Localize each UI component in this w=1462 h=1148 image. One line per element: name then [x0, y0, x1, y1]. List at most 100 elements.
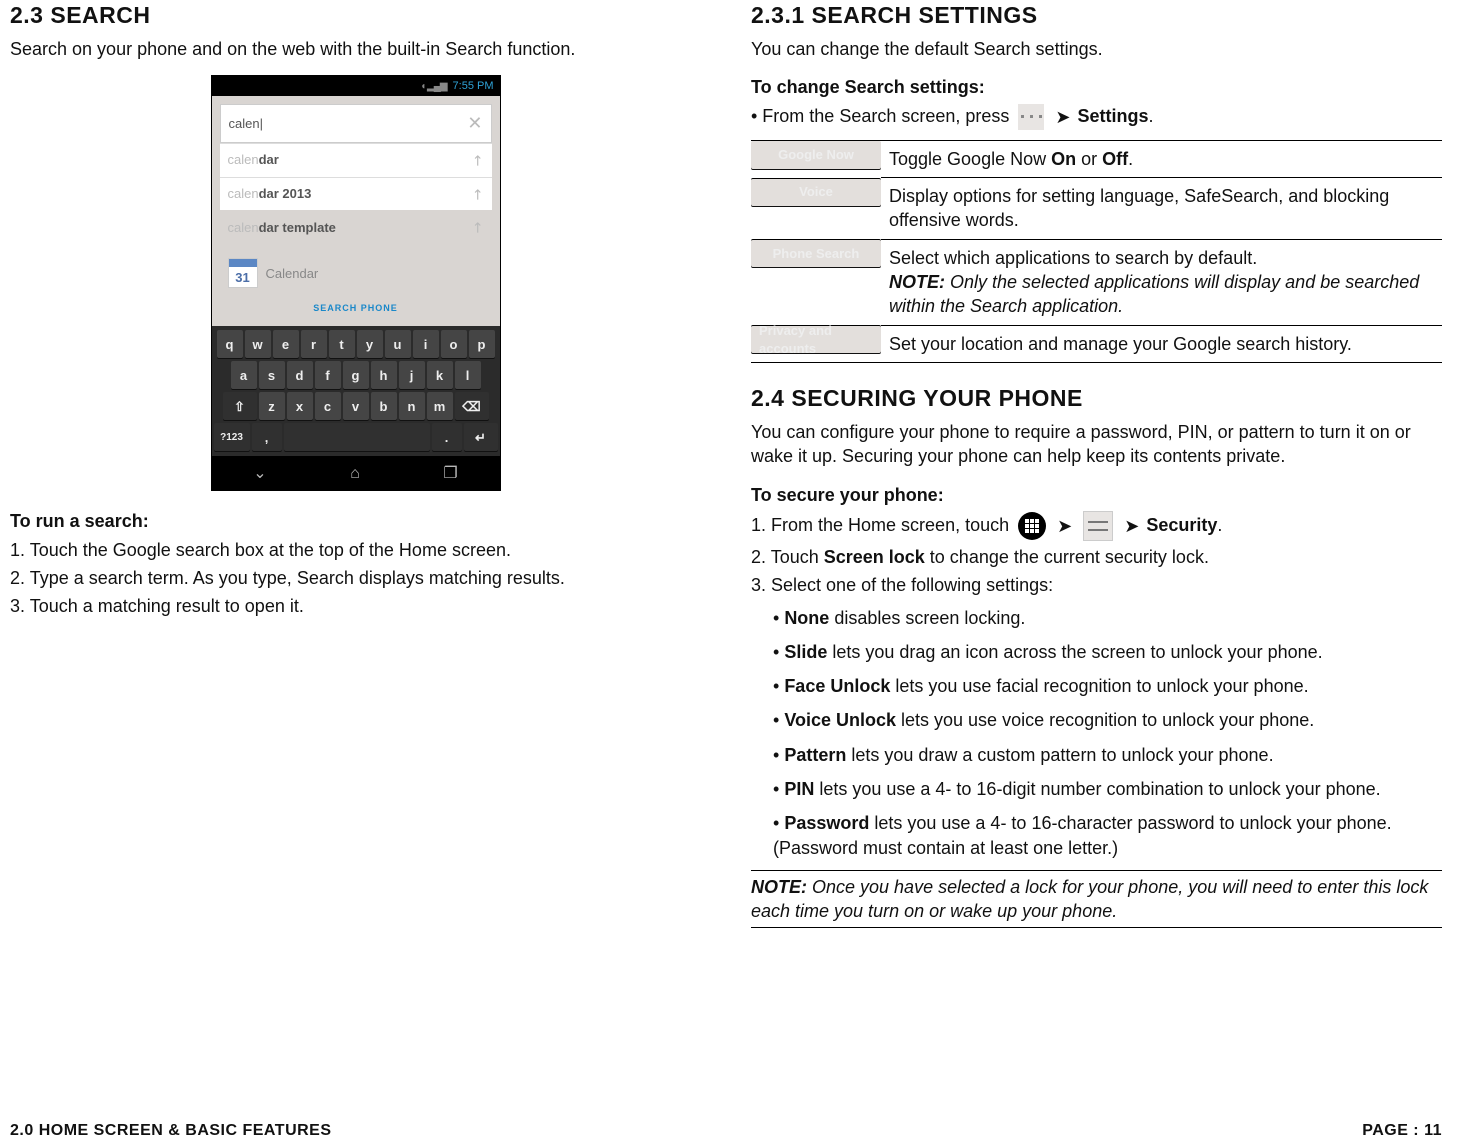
key-shift[interactable]: ⇧: [223, 392, 257, 420]
arrow-icon: ➤: [1057, 514, 1072, 538]
heading-2-3-1: 2.3.1 SEARCH SETTINGS: [751, 0, 1442, 31]
key-j[interactable]: j: [399, 361, 425, 389]
key-a[interactable]: a: [231, 361, 257, 389]
step: 1. From the Home screen, touch ➤ ➤ Secur…: [751, 511, 1442, 541]
step: 3. Select one of the following settings:: [751, 573, 1442, 597]
insert-icon[interactable]: ↖: [467, 149, 489, 171]
search-area: calen| ✕ calendar ↖ calendar 2013 ↖ cale…: [212, 96, 500, 326]
heading-2-3: 2.3 SEARCH: [10, 0, 701, 31]
setting-name: Phone Search: [751, 239, 881, 267]
list-item: • Slide lets you drag an icon across the…: [773, 640, 1442, 664]
nav-recent-icon[interactable]: ❐: [443, 463, 457, 485]
key-n[interactable]: n: [399, 392, 425, 420]
setting-desc: Select which applications to search by d…: [881, 239, 1442, 325]
secure-heading: To secure your phone:: [751, 483, 1442, 507]
list-item: • Face Unlock lets you use facial recogn…: [773, 674, 1442, 698]
list-item: • Pattern lets you draw a custom pattern…: [773, 743, 1442, 767]
list-item: • Voice Unlock lets you use voice recogn…: [773, 708, 1442, 732]
key-c[interactable]: c: [315, 392, 341, 420]
footer-section: 2.0 HOME SCREEN & BASIC FEATURES: [10, 1120, 332, 1142]
setting-desc: Display options for setting language, Sa…: [881, 178, 1442, 240]
arrow-icon: ➤: [1055, 105, 1070, 129]
step: 2. Touch Screen lock to change the curre…: [751, 545, 1442, 569]
key-f[interactable]: f: [315, 361, 341, 389]
setting-name: Google Now: [751, 141, 881, 169]
key-r[interactable]: r: [301, 330, 327, 358]
key-b[interactable]: b: [371, 392, 397, 420]
key-comma[interactable]: ,: [252, 423, 282, 451]
key-period[interactable]: .: [432, 423, 462, 451]
heading-2-4: 2.4 SECURING YOUR PHONE: [751, 383, 1442, 414]
suggestion-row[interactable]: calendar 2013 ↖: [220, 177, 492, 211]
key-o[interactable]: o: [441, 330, 467, 358]
key-l[interactable]: l: [455, 361, 481, 389]
table-row: Privacy and accounts Set your location a…: [751, 325, 1442, 362]
note-box: NOTE: Once you have selected a lock for …: [751, 870, 1442, 929]
step: 3. Touch a matching result to open it.: [10, 594, 701, 618]
lock-options: • None disables screen locking. • Slide …: [773, 606, 1442, 860]
setting-desc: Set your location and manage your Google…: [881, 325, 1442, 362]
intro-2-4: You can configure your phone to require …: [751, 420, 1442, 469]
key-q[interactable]: q: [217, 330, 243, 358]
table-row: Phone Search Select which applications t…: [751, 239, 1442, 325]
key-w[interactable]: w: [245, 330, 271, 358]
clear-icon[interactable]: ✕: [467, 111, 482, 135]
key-space[interactable]: [284, 423, 430, 451]
run-search-heading: To run a search:: [10, 509, 701, 533]
calendar-icon: 31: [228, 258, 258, 288]
key-p[interactable]: p: [469, 330, 495, 358]
intro-2-3-1: You can change the default Search settin…: [751, 37, 1442, 61]
setting-name: Privacy and accounts: [751, 325, 881, 353]
nav-back-icon[interactable]: ⌄: [253, 463, 266, 485]
footer-page: PAGE : 11: [1362, 1120, 1442, 1142]
table-row: Voice Display options for setting langua…: [751, 178, 1442, 240]
suggestion-row[interactable]: calendar ↖: [220, 143, 492, 177]
right-column: 2.3.1 SEARCH SETTINGS You can change the…: [751, 0, 1442, 928]
key-u[interactable]: u: [385, 330, 411, 358]
status-bar: ◖ ▂▄▆ 7:55 PM: [212, 76, 500, 96]
key-i[interactable]: i: [413, 330, 439, 358]
key-v[interactable]: v: [343, 392, 369, 420]
search-text: calen|: [229, 115, 263, 133]
app-result-label: Calendar: [266, 265, 319, 283]
key-k[interactable]: k: [427, 361, 453, 389]
list-item: • PIN lets you use a 4- to 16-digit numb…: [773, 777, 1442, 801]
key-backspace[interactable]: ⌫: [455, 392, 489, 420]
key-m[interactable]: m: [427, 392, 453, 420]
nav-bar: ⌄ ⌂ ❐: [212, 456, 500, 490]
key-enter[interactable]: ↵: [464, 423, 498, 451]
left-column: 2.3 SEARCH Search on your phone and on t…: [10, 0, 701, 928]
suggestion-row[interactable]: calendar template ↖: [220, 210, 492, 244]
key-e[interactable]: e: [273, 330, 299, 358]
key-t[interactable]: t: [329, 330, 355, 358]
key-s[interactable]: s: [259, 361, 285, 389]
intro-2-3: Search on your phone and on the web with…: [10, 37, 701, 61]
page-footer: 2.0 HOME SCREEN & BASIC FEATURES PAGE : …: [10, 1120, 1442, 1142]
app-result[interactable]: 31 Calendar: [220, 244, 492, 294]
search-input[interactable]: calen| ✕: [220, 104, 492, 142]
key-x[interactable]: x: [287, 392, 313, 420]
change-settings-line: • From the Search screen, press ➤ Settin…: [751, 104, 1442, 130]
settings-table: Google Now Toggle Google Now On or Off. …: [751, 140, 1442, 363]
key-h[interactable]: h: [371, 361, 397, 389]
overflow-menu-icon: [1018, 104, 1044, 130]
table-row: Google Now Toggle Google Now On or Off.: [751, 140, 1442, 177]
key-symbols[interactable]: ?123: [214, 423, 250, 451]
status-icons: ◖ ▂▄▆: [420, 80, 446, 94]
key-g[interactable]: g: [343, 361, 369, 389]
key-y[interactable]: y: [357, 330, 383, 358]
setting-desc: Toggle Google Now On or Off.: [881, 140, 1442, 177]
key-z[interactable]: z: [259, 392, 285, 420]
insert-icon[interactable]: ↖: [467, 217, 489, 239]
nav-home-icon[interactable]: ⌂: [350, 463, 360, 485]
key-d[interactable]: d: [287, 361, 313, 389]
insert-icon[interactable]: ↖: [467, 183, 489, 205]
search-phone-link[interactable]: SEARCH PHONE: [220, 294, 492, 318]
arrow-icon: ➤: [1124, 514, 1139, 538]
phone-screenshot: ◖ ▂▄▆ 7:55 PM calen| ✕ calendar ↖ calend…: [211, 75, 501, 491]
run-search-steps: 1. Touch the Google search box at the to…: [10, 538, 701, 619]
list-item: • Password lets you use a 4- to 16-chara…: [773, 811, 1442, 860]
keyboard: q w e r t y u i o p a s d f g h: [212, 326, 500, 456]
change-settings-heading: To change Search settings:: [751, 75, 1442, 99]
step: 2. Type a search term. As you type, Sear…: [10, 566, 701, 590]
